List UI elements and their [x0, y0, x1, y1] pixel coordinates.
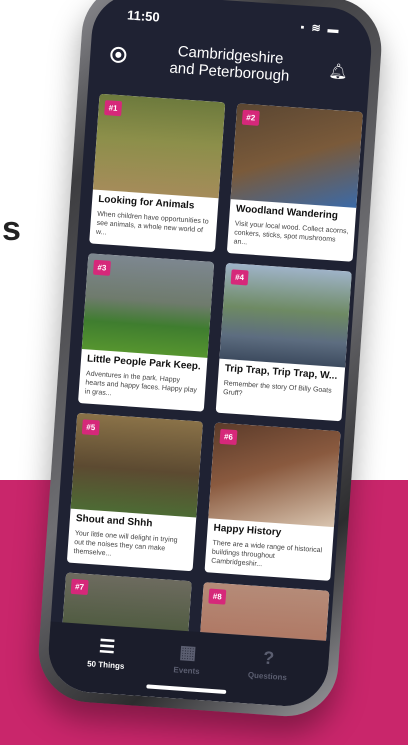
question-icon: ? [262, 647, 275, 669]
background-text-fragment: s [2, 210, 21, 248]
phone-screen: 11:50 ▪ ≋ ▬ Cambridgeshire and Peterboro… [45, 0, 375, 709]
list-icon: ☰ [98, 636, 116, 658]
card-badge: #3 [92, 259, 111, 276]
activity-card[interactable]: #5 Shout and Shhh Your little one will d… [66, 412, 203, 572]
activity-card[interactable]: #3 Little People Park Keep... Adventures… [77, 253, 215, 412]
card-badge: #2 [241, 109, 260, 126]
activity-card[interactable]: #1 Looking for Animals When children hav… [89, 93, 226, 253]
card-description: Adventures in the park. Happy hearts and… [84, 370, 198, 398]
activity-card[interactable]: #4 Trip Trap, Trip Trap, W... Remember t… [215, 262, 352, 422]
tab-label: Questions [247, 670, 288, 683]
card-badge: #4 [230, 269, 249, 286]
home-indicator [146, 684, 227, 694]
activity-card[interactable]: #6 Happy History There are a wide range … [204, 422, 341, 581]
tab-50-things[interactable]: ☰ 50 Things [66, 633, 148, 672]
status-time: 11:50 [126, 7, 161, 25]
card-description: There are a wide range of historical bui… [211, 539, 323, 569]
card-description: Visit your local wood. Collect acorns, c… [233, 220, 349, 247]
calendar-icon: ▦ [178, 641, 198, 663]
tab-questions[interactable]: ? Questions [227, 644, 309, 683]
bell-icon[interactable]: 🔔︎ [328, 62, 348, 81]
card-title: Shout and Shhh [75, 513, 153, 530]
card-badge: #7 [70, 578, 89, 596]
phone-mockup: 11:50 ▪ ≋ ▬ Cambridgeshire and Peterboro… [35, 0, 385, 720]
card-badge: #1 [104, 100, 123, 117]
tab-events[interactable]: ▦ Events [146, 638, 228, 677]
app-header: Cambridgeshire and Peterborough 🔔︎ [88, 31, 371, 104]
card-badge: #6 [219, 428, 238, 446]
card-description: Your little one will delight in trying o… [73, 530, 178, 558]
card-title: Looking for Animals [97, 193, 195, 212]
card-title: Little People Park Keep... [86, 353, 202, 373]
status-icons: ▪ ≋ ▬ [300, 21, 342, 37]
card-badge: #5 [81, 419, 100, 436]
card-title: Happy History [213, 522, 282, 539]
activity-card[interactable]: #2 Woodland Wandering Visit your local w… [226, 103, 363, 262]
tab-label: 50 Things [86, 659, 125, 671]
card-badge: #8 [208, 588, 227, 605]
card-description: When children have opportunities to see … [95, 210, 209, 237]
card-title: Woodland Wandering [235, 203, 339, 222]
tab-label: Events [173, 665, 200, 677]
card-description: Remember the story Of Billy Goats Gruff? [222, 380, 332, 398]
card-title: Trip Trap, Trip Trap, W... [224, 363, 338, 382]
